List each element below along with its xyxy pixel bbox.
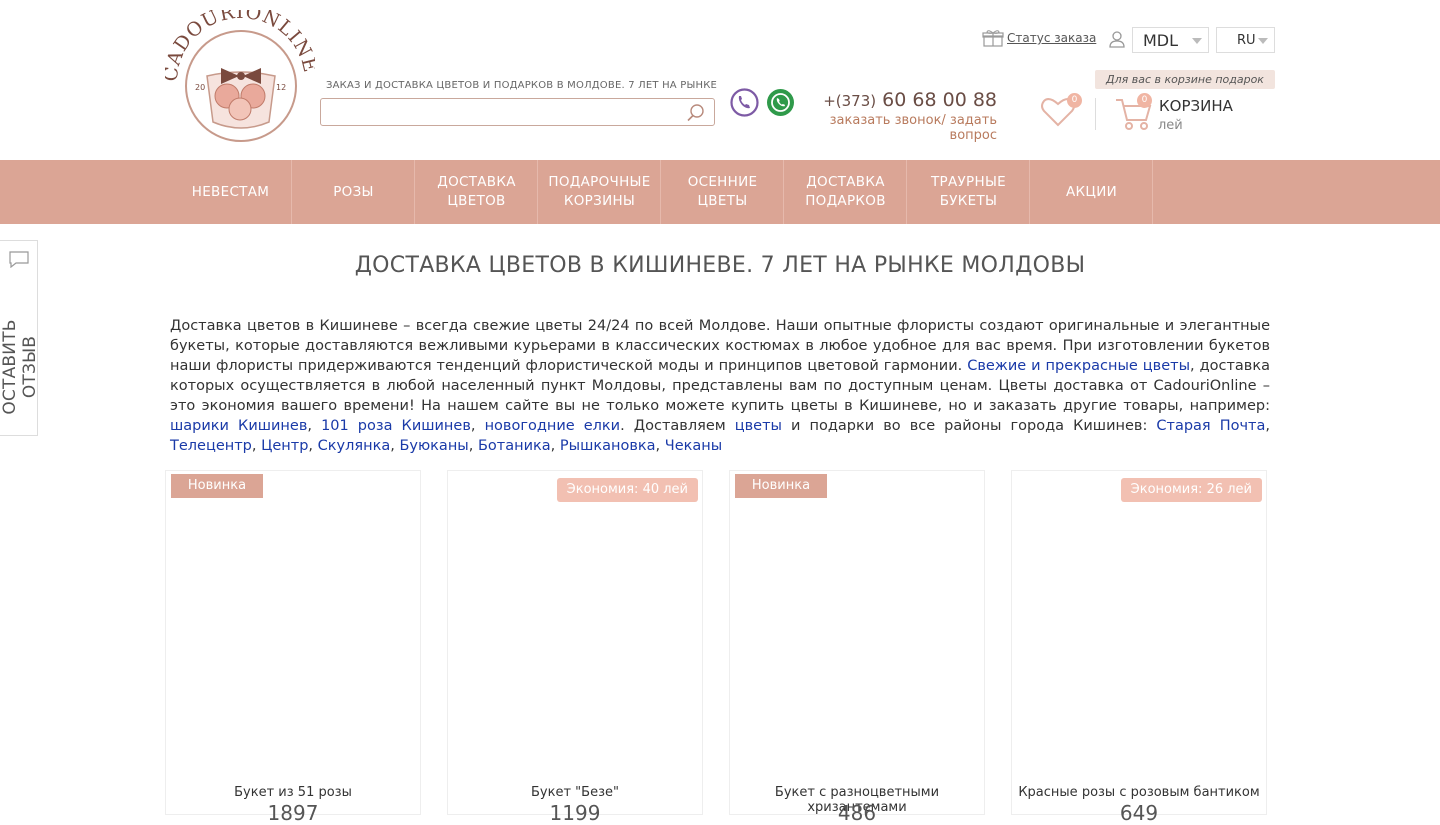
svg-text:20: 20 (195, 83, 205, 92)
nav-item-flower-delivery[interactable]: ДОСТАВКА ЦВЕТОВ (416, 160, 538, 224)
currency-select[interactable]: MDL (1132, 27, 1209, 53)
link-district-centr[interactable]: Центр (261, 438, 308, 454)
viber-icon[interactable] (730, 88, 759, 117)
link-balloons[interactable]: шарики Кишинев (170, 418, 307, 434)
link-district-botanika[interactable]: Ботаника (478, 438, 551, 454)
new-badge: Новинка (171, 474, 263, 498)
product-name[interactable]: Букет "Безе" (448, 785, 702, 800)
product-price: 1897 (267, 801, 319, 825)
phone-number[interactable]: +(373) 60 68 00 88 (800, 89, 997, 111)
chevron-down-icon (1192, 38, 1202, 44)
link-101-roses[interactable]: 101 роза Кишинев (321, 418, 471, 434)
search-bar[interactable] (320, 98, 715, 126)
nav-item-autumn-flowers[interactable]: ОСЕННИЕ ЦВЕТЫ (662, 160, 784, 224)
gift-box-icon (982, 30, 1004, 47)
seo-description: Доставка цветов в Кишиневе – всегда свеж… (170, 318, 1271, 454)
site-tagline: ЗАКАЗ И ДОСТАВКА ЦВЕТОВ И ПОДАРКОВ В МОЛ… (326, 80, 718, 91)
search-icon[interactable] (686, 103, 706, 123)
cart-currency: лей (1158, 118, 1183, 133)
main-nav: НЕВЕСТАМ РОЗЫ ДОСТАВКА ЦВЕТОВ ПОДАРОЧНЫЕ К… (0, 160, 1440, 224)
page-title: ДОСТАВКА ЦВЕТОВ В КИШИНЕВЕ. 7 ЛЕТ НА РЫН… (354, 253, 1086, 278)
svg-text:12: 12 (276, 83, 286, 92)
discount-badge: Экономия: 40 лей (556, 478, 698, 502)
callback-link[interactable]: заказать звонок/ задать вопрос (790, 113, 997, 143)
new-badge: Новинка (735, 474, 827, 498)
nav-item-gift-baskets[interactable]: ПОДАРОЧНЫЕ КОРЗИНЫ (539, 160, 661, 224)
product-name[interactable]: Красные розы с розовым бантиком (1012, 785, 1266, 800)
gift-note-banner: Для вас в корзине подарок (1095, 70, 1275, 89)
product-card[interactable]: Экономия: 26 лей Красные розы с розовым … (1011, 470, 1267, 825)
link-christmas-trees[interactable]: новогодние елки (485, 418, 621, 434)
link-district-ryshkanovka[interactable]: Рышкановка (560, 438, 656, 454)
cart-count-badge: 0 (1137, 93, 1152, 108)
currency-value: MDL (1143, 30, 1179, 50)
link-district-skulyanka[interactable]: Скулянка (318, 438, 391, 454)
site-logo[interactable]: CADOURIONLINE 20 12 (160, 1, 320, 145)
nav-item-promotions[interactable]: АКЦИИ (1031, 160, 1153, 224)
phone-digits: 60 68 00 88 (882, 89, 997, 111)
language-select[interactable]: RU (1216, 27, 1275, 53)
product-card[interactable]: Экономия: 40 лей Букет "Безе" 1199 (447, 470, 703, 825)
link-flowers[interactable]: цветы (735, 418, 782, 434)
product-price: 649 (1119, 801, 1159, 825)
phone-prefix: +(373) (823, 92, 877, 110)
user-icon[interactable] (1108, 30, 1126, 48)
link-district-chekany[interactable]: Чеканы (665, 438, 722, 454)
feedback-label: ОСТАВИТЬ ОТЗЫВ (0, 319, 40, 415)
nav-item-brides[interactable]: НЕВЕСТАМ (170, 160, 292, 224)
product-card[interactable]: Новинка Букет с разноцветными хризантема… (729, 470, 985, 825)
product-price: 486 (837, 801, 877, 825)
product-name[interactable]: Букет из 51 розы (166, 785, 420, 800)
link-district-telecentr[interactable]: Телецентр (170, 438, 252, 454)
wishlist-count-badge: 0 (1067, 93, 1082, 108)
nav-item-roses[interactable]: РОЗЫ (293, 160, 415, 224)
link-district-staraya-pochta[interactable]: Старая Почта (1156, 418, 1265, 434)
discount-badge: Экономия: 26 лей (1120, 478, 1262, 502)
nav-item-gift-delivery[interactable]: ДОСТАВКА ПОДАРКОВ (785, 160, 907, 224)
header-divider (1095, 98, 1096, 130)
product-card[interactable]: Новинка Букет из 51 розы 1897 (165, 470, 421, 825)
link-fresh-flowers[interactable]: Свежие и прекрасные цветы (967, 358, 1190, 374)
order-status-link[interactable]: Статус заказа (982, 28, 1096, 48)
search-input[interactable] (327, 100, 681, 126)
cart-label[interactable]: КОРЗИНА (1159, 97, 1233, 115)
chevron-down-icon (1258, 38, 1268, 44)
link-district-buyukany[interactable]: Буюканы (399, 438, 468, 454)
order-status-label: Статус заказа (1007, 31, 1097, 45)
language-value: RU (1237, 32, 1256, 48)
product-price: 1199 (549, 801, 601, 825)
nav-item-funeral-bouquets[interactable]: ТРАУРНЫЕ БУКЕТЫ (908, 160, 1030, 224)
